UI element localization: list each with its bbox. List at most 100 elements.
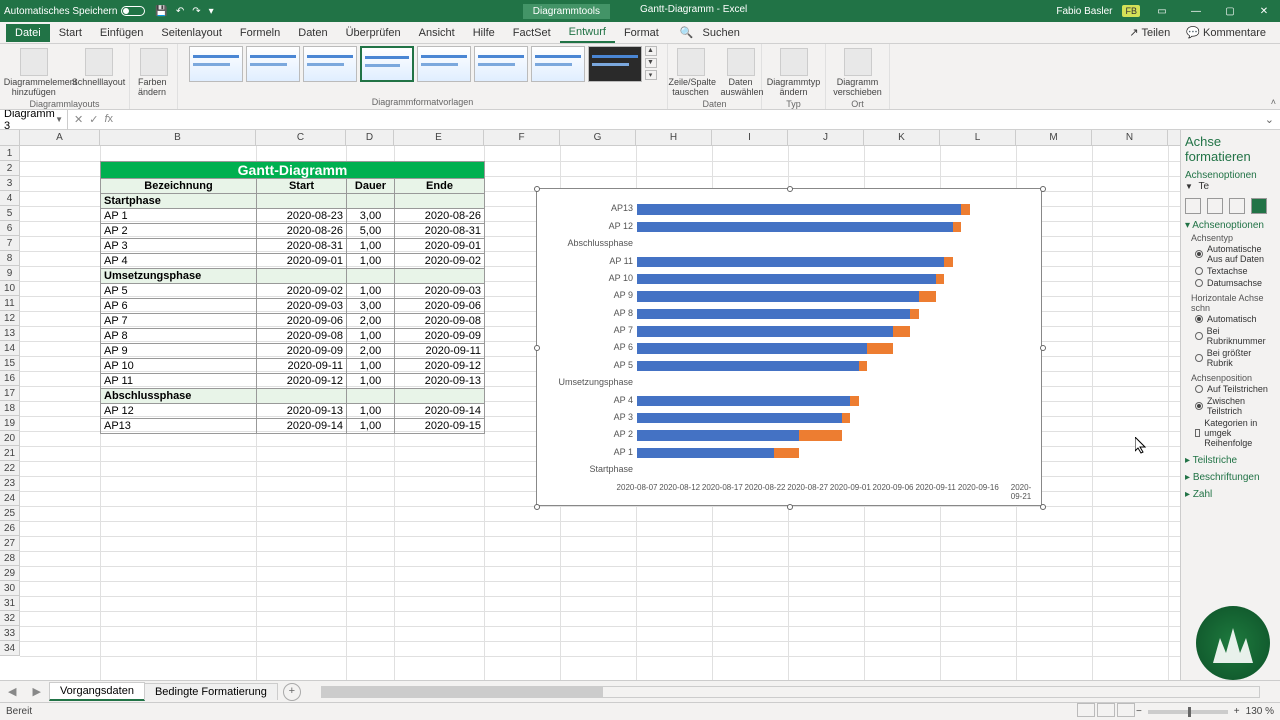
row-header-19[interactable]: 19 [0, 416, 19, 431]
autosave-toggle[interactable] [121, 6, 145, 16]
add-chart-element-button[interactable]: Diagrammelement hinzufügen [2, 46, 66, 99]
chart-bar-start[interactable] [637, 361, 859, 371]
chart-style-5[interactable] [417, 46, 471, 82]
row-header-7[interactable]: 7 [0, 236, 19, 251]
row-header-5[interactable]: 5 [0, 206, 19, 221]
row-header-29[interactable]: 29 [0, 566, 19, 581]
select-data-button[interactable]: Daten auswählen [719, 46, 763, 99]
horizontal-scrollbar[interactable] [321, 686, 1260, 698]
tickmarks-section[interactable]: ▸ Teilstriche [1185, 455, 1276, 466]
style-scroll-up-icon[interactable]: ▲ [645, 46, 657, 56]
chart-bar-duration[interactable] [799, 430, 842, 440]
chart-bar-start[interactable] [637, 291, 919, 301]
zoom-slider[interactable] [1148, 710, 1228, 714]
row-header-22[interactable]: 22 [0, 461, 19, 476]
row-header-1[interactable]: 1 [0, 146, 19, 161]
chart-bar-duration[interactable] [859, 361, 868, 371]
chart-bar-start[interactable] [637, 309, 910, 319]
row-header-21[interactable]: 21 [0, 446, 19, 461]
axis-options-icon[interactable] [1251, 198, 1267, 214]
tab-start[interactable]: Start [50, 24, 91, 42]
chart-bar-duration[interactable] [953, 222, 962, 232]
row-header-33[interactable]: 33 [0, 626, 19, 641]
row-header-9[interactable]: 9 [0, 266, 19, 281]
chart-style-4[interactable] [360, 46, 414, 82]
chart-bar-start[interactable] [637, 430, 799, 440]
chart-style-1[interactable] [189, 46, 243, 82]
chart-bar-duration[interactable] [919, 291, 936, 301]
col-header-M[interactable]: M [1016, 130, 1092, 145]
name-box[interactable]: Diagramm 3▼ [0, 108, 68, 132]
chart-style-2[interactable] [246, 46, 300, 82]
chart-resize-handle[interactable] [1040, 504, 1046, 510]
row-header-15[interactable]: 15 [0, 356, 19, 371]
tab-hilfe[interactable]: Hilfe [464, 24, 504, 42]
chart-object[interactable]: AP13AP 12AbschlussphaseAP 11AP 10AP 9AP … [536, 188, 1042, 506]
col-header-D[interactable]: D [346, 130, 394, 145]
fx-icon[interactable]: fx [104, 113, 113, 126]
row-header-25[interactable]: 25 [0, 506, 19, 521]
row-header-23[interactable]: 23 [0, 476, 19, 491]
radio-at-max[interactable]: Bei größter Rubrik [1185, 347, 1276, 369]
chart-bar-start[interactable] [637, 274, 936, 284]
worksheet-grid[interactable]: ABCDEFGHIJKLMN 1234567891011121314151617… [0, 130, 1180, 680]
row-header-20[interactable]: 20 [0, 431, 19, 446]
col-header-B[interactable]: B [100, 130, 256, 145]
redo-icon[interactable]: ↷ [192, 6, 200, 17]
chart-bar-duration[interactable] [910, 309, 919, 319]
chart-bar-duration[interactable] [961, 204, 970, 214]
zoom-level[interactable]: 130 % [1246, 706, 1274, 717]
tab-formeln[interactable]: Formeln [231, 24, 289, 42]
change-chart-type-button[interactable]: Diagrammtyp ändern [764, 46, 824, 99]
labels-section[interactable]: ▸ Beschriftungen [1185, 472, 1276, 483]
zoom-out-icon[interactable]: − [1136, 706, 1142, 717]
chart-bar-duration[interactable] [774, 448, 800, 458]
chart-bar-duration[interactable] [867, 343, 893, 353]
row-header-27[interactable]: 27 [0, 536, 19, 551]
radio-auto[interactable]: Automatisch [1185, 313, 1276, 325]
chart-style-8[interactable] [588, 46, 642, 82]
col-header-I[interactable]: I [712, 130, 788, 145]
tab-seitenlayout[interactable]: Seitenlayout [152, 24, 231, 42]
chart-resize-handle[interactable] [787, 186, 793, 192]
number-section[interactable]: ▸ Zahl [1185, 489, 1276, 500]
chart-bar-duration[interactable] [893, 326, 910, 336]
col-header-K[interactable]: K [864, 130, 940, 145]
undo-icon[interactable]: ↶ [176, 6, 184, 17]
radio-between-ticks[interactable]: Zwischen Teilstrich [1185, 395, 1276, 417]
search-link[interactable]: Suchen [694, 24, 749, 42]
radio-date-axis[interactable]: Datumsachse [1185, 277, 1276, 289]
col-header-L[interactable]: L [940, 130, 1016, 145]
zoom-in-icon[interactable]: + [1234, 706, 1240, 717]
user-avatar[interactable]: FB [1122, 5, 1140, 17]
chart-resize-handle[interactable] [787, 504, 793, 510]
comments-link[interactable]: 💬 Kommentare [1178, 23, 1274, 42]
chart-bar-duration[interactable] [842, 413, 851, 423]
style-scroll-down-icon[interactable]: ▼ [645, 58, 657, 68]
radio-text-axis[interactable]: Textachse [1185, 265, 1276, 277]
row-header-4[interactable]: 4 [0, 191, 19, 206]
row-header-26[interactable]: 26 [0, 521, 19, 536]
row-header-13[interactable]: 13 [0, 326, 19, 341]
row-header-3[interactable]: 3 [0, 176, 19, 191]
tab-daten[interactable]: Daten [289, 24, 336, 42]
row-header-6[interactable]: 6 [0, 221, 19, 236]
size-options-icon[interactable] [1229, 198, 1245, 214]
select-all-corner[interactable] [0, 130, 20, 146]
share-link[interactable]: ↗ Teilen [1121, 23, 1178, 42]
radio-auto-data[interactable]: Automatische Aus auf Daten [1185, 243, 1276, 265]
col-header-G[interactable]: G [560, 130, 636, 145]
col-header-H[interactable]: H [636, 130, 712, 145]
tab-ansicht[interactable]: Ansicht [410, 24, 464, 42]
change-colors-button[interactable]: Farben ändern [136, 46, 171, 99]
tab-entwurf[interactable]: Entwurf [560, 23, 615, 43]
row-header-16[interactable]: 16 [0, 371, 19, 386]
chart-bar-start[interactable] [637, 222, 953, 232]
row-header-34[interactable]: 34 [0, 641, 19, 656]
chart-bar-start[interactable] [637, 448, 774, 458]
view-buttons[interactable] [1076, 703, 1136, 720]
chart-resize-handle[interactable] [534, 186, 540, 192]
row-header-2[interactable]: 2 [0, 161, 19, 176]
sheet-nav-prev-icon[interactable]: ◀ [0, 685, 24, 698]
chart-bar-start[interactable] [637, 204, 961, 214]
